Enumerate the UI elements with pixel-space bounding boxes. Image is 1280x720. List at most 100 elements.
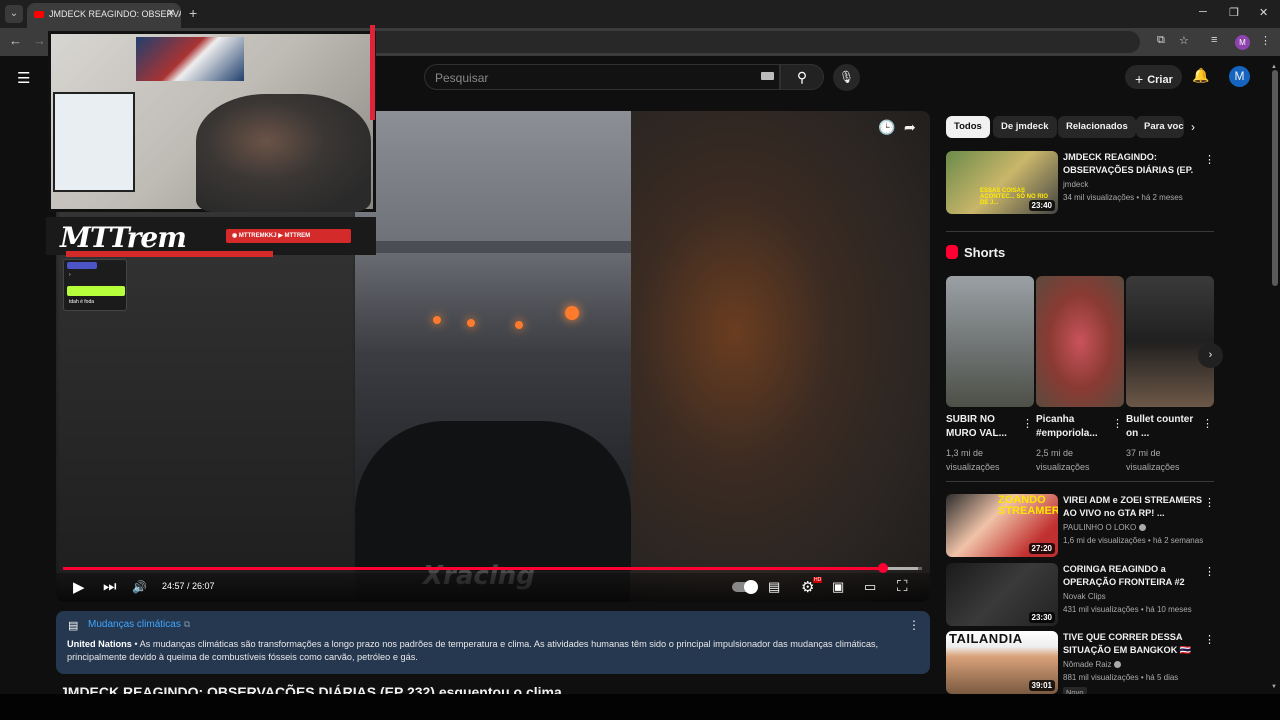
more-actions-icon[interactable]: ⋮ xyxy=(1204,565,1215,578)
short-item[interactable]: SUBIR NO MURO VAL... ⋮ 1,3 mi de visuali… xyxy=(946,276,1034,472)
short-thumbnail[interactable] xyxy=(946,276,1034,407)
duration-badge: 23:40 xyxy=(1028,200,1055,211)
chip-from-channel[interactable]: De jmdeck xyxy=(993,116,1057,138)
recommendation-title[interactable]: CORINGA REAGINDO a OPERAÇÃO FRONTEIRA #2 xyxy=(1063,563,1203,589)
search-button[interactable]: ⚲ xyxy=(780,64,824,90)
shorts-heading-label: Shorts xyxy=(964,245,1006,260)
streamer-webcam xyxy=(48,31,376,212)
short-title[interactable]: SUBIR NO MURO VAL... xyxy=(946,413,1016,441)
scrollbar-thumb[interactable] xyxy=(1272,70,1278,286)
video-title: JMDECK REAGINDO: OBSERVAÇÕES DIÁRIAS (EP… xyxy=(60,684,562,694)
more-actions-icon[interactable]: ⋮ xyxy=(1204,496,1215,509)
share-icon[interactable]: ➦ xyxy=(904,119,916,136)
play-icon[interactable]: ▶ xyxy=(73,578,85,596)
channel-name[interactable]: Novak Clips xyxy=(1063,592,1106,601)
verified-check-icon xyxy=(1139,524,1147,531)
dashcam-video-frame xyxy=(355,111,631,571)
video-meta: 431 mil visualizações • há 10 meses xyxy=(1063,605,1192,614)
channel-name-label: Nômade Raiz xyxy=(1063,660,1112,669)
miniplayer-icon[interactable]: ▣ xyxy=(832,579,844,595)
short-item[interactable]: Bullet counter on ... ⋮ 37 mi de visuali… xyxy=(1126,276,1214,472)
fullscreen-icon[interactable]: ⛶ xyxy=(897,578,908,595)
video-meta: 34 mil visualizações • há 2 meses xyxy=(1063,193,1183,202)
voice-search-button[interactable]: 🎙 xyxy=(833,64,860,91)
channel-name[interactable]: jmdeck xyxy=(1063,180,1088,189)
forward-button[interactable]: → xyxy=(33,33,46,48)
short-title[interactable]: Bullet counter on ... xyxy=(1126,413,1196,441)
next-icon[interactable]: ⏭ xyxy=(103,578,117,595)
channel-name[interactable]: Nômade Raiz xyxy=(1063,660,1122,669)
more-actions-icon[interactable]: ⋮ xyxy=(1202,417,1213,430)
chip-for-you[interactable]: Para você xyxy=(1136,116,1184,138)
captions-icon[interactable]: ▤ xyxy=(768,579,780,595)
shorts-next-button[interactable]: › xyxy=(1198,343,1223,368)
divider xyxy=(946,481,1214,482)
tail-light xyxy=(515,321,523,329)
media-controls-icon[interactable]: ≡ xyxy=(1211,34,1217,46)
browser-menu-icon[interactable]: ⋮ xyxy=(1260,34,1271,47)
video-thumbnail[interactable]: TAILANDIA 39:01 xyxy=(946,631,1058,694)
autoplay-toggle[interactable] xyxy=(732,580,758,594)
theater-mode-icon[interactable]: ▭ xyxy=(864,579,876,595)
info-panel-menu-icon[interactable]: ⋮ xyxy=(908,618,920,632)
bookmark-star-icon[interactable]: ☆ xyxy=(1179,34,1189,47)
video-meta: 1,6 mi de visualizações • há 2 semanas xyxy=(1063,536,1204,545)
recommendation-item[interactable]: ZOANDO STREAMERS 27:20 VIREI ADM e ZOEI … xyxy=(946,494,1215,558)
short-thumbnail[interactable] xyxy=(1126,276,1214,407)
short-thumbnail[interactable] xyxy=(1036,276,1124,407)
notifications-bell-icon[interactable]: 🔔 xyxy=(1192,67,1209,84)
channel-name-label: PAULINHO O LOKO xyxy=(1063,523,1137,532)
short-item[interactable]: Picanha #emporiola... ⋮ 2,5 mi de visual… xyxy=(1036,276,1124,472)
video-thumbnail[interactable]: ZOANDO STREAMERS 27:20 xyxy=(946,494,1058,557)
new-tab-button[interactable]: + xyxy=(189,5,197,21)
chip-all[interactable]: Todos xyxy=(946,116,990,138)
progress-played xyxy=(63,567,884,570)
watch-later-icon[interactable]: 🕒 xyxy=(878,119,895,136)
overpass-shape xyxy=(365,241,631,253)
channel-name[interactable]: PAULINHO O LOKO xyxy=(1063,523,1147,532)
more-actions-icon[interactable]: ⋮ xyxy=(1112,417,1123,430)
car-dashboard-shape xyxy=(355,421,631,571)
scroll-up-icon[interactable]: ▲ xyxy=(1271,64,1277,70)
install-app-icon[interactable]: ⧉ xyxy=(1157,34,1165,47)
more-actions-icon[interactable]: ⋮ xyxy=(1204,153,1215,166)
short-views: 1,3 mi de visualizações xyxy=(946,448,1000,472)
progress-bar[interactable] xyxy=(63,563,922,573)
info-panel: ▤ Mudanças climáticas ⧉ ⋮ United Nations … xyxy=(56,611,930,674)
recommendation-item[interactable]: 23:30 CORINGA REAGINDO a OPERAÇÃO FRONTE… xyxy=(946,563,1215,627)
search-input[interactable]: Pesquisar xyxy=(424,64,780,90)
more-actions-icon[interactable]: ⋮ xyxy=(1022,417,1033,430)
short-title[interactable]: Picanha #emporiola... xyxy=(1036,413,1106,441)
recommendation-title[interactable]: JMDECK REAGINDO: OBSERVAÇÕES DIÁRIAS (EP… xyxy=(1063,151,1203,177)
scroll-down-icon[interactable]: ▼ xyxy=(1271,684,1277,690)
create-button[interactable]: + Criar xyxy=(1125,65,1182,89)
window-minimize-button[interactable]: ─ xyxy=(1199,6,1207,18)
player-controls: ▶ ⏭ 🔊 24:57 / 26:07 ▤ ⚙ HD ▣ ▭ ⛶ xyxy=(56,573,930,602)
window-restore-button[interactable]: ❐ xyxy=(1229,6,1239,19)
tab-close-icon[interactable]: ✕ xyxy=(167,8,175,19)
account-avatar[interactable]: M xyxy=(1229,66,1250,87)
video-thumbnail[interactable]: ESSAS COISAS ACONTEC... SÓ NO RIO DE J..… xyxy=(946,151,1058,214)
chip-related[interactable]: Relacionados xyxy=(1058,116,1136,138)
more-actions-icon[interactable]: ⋮ xyxy=(1204,633,1215,646)
thumbnail-caption: ZOANDO STREAMERS xyxy=(998,494,1058,517)
recommendation-item[interactable]: TAILANDIA 39:01 TIVE QUE CORRER DESSA SI… xyxy=(946,631,1215,698)
youtube-favicon-icon xyxy=(34,11,44,18)
video-meta: 881 mil visualizações • há 5 dias xyxy=(1063,673,1179,682)
chevron-right-icon[interactable]: › xyxy=(1191,120,1195,134)
guide-menu-icon[interactable]: ☰ xyxy=(17,69,30,87)
browser-tab[interactable]: JMDECK REAGINDO: OBSERVAÇ ✕ xyxy=(27,3,181,28)
volume-icon[interactable]: 🔊 xyxy=(132,580,147,594)
browser-profile-avatar[interactable]: M xyxy=(1235,35,1250,50)
recommendation-item[interactable]: ESSAS COISAS ACONTEC... SÓ NO RIO DE J..… xyxy=(946,151,1215,215)
topic-link[interactable]: Mudanças climáticas ⧉ xyxy=(88,619,190,630)
video-thumbnail[interactable]: 23:30 xyxy=(946,563,1058,626)
recommendation-title[interactable]: VIREI ADM e ZOEI STREAMERS AO VIVO no GT… xyxy=(1063,494,1203,520)
tab-search-button[interactable]: ⌄ xyxy=(5,5,23,23)
back-button[interactable]: ← xyxy=(9,33,22,48)
plus-icon: + xyxy=(1135,71,1144,87)
keyboard-icon[interactable] xyxy=(761,72,774,80)
chevron-right-icon: › xyxy=(1208,349,1213,361)
window-close-button[interactable]: ✕ xyxy=(1259,6,1268,19)
recommendation-title[interactable]: TIVE QUE CORRER DESSA SITUAÇÃO EM BANGKO… xyxy=(1063,631,1203,657)
